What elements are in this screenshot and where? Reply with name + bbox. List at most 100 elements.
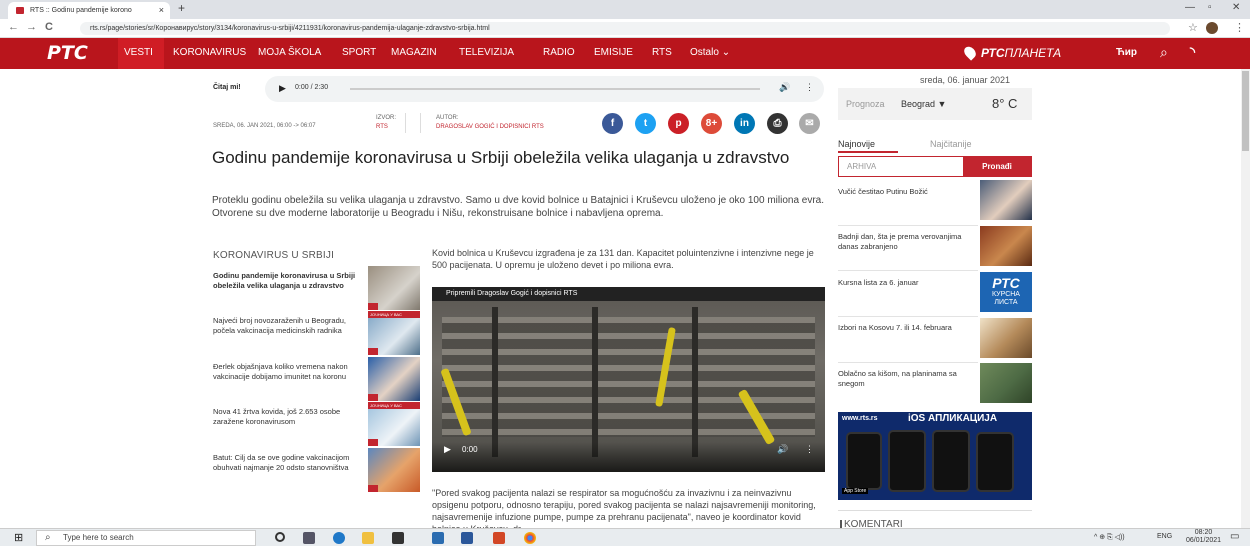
video-play-icon[interactable]: ▶ <box>444 444 451 455</box>
related-item[interactable]: Đerlek objašnjava koliko vremena nakon v… <box>213 362 359 382</box>
related-thumb[interactable] <box>368 448 420 492</box>
news-item[interactable]: Oblačno sa kišom, na planinama sa snegom <box>838 369 978 389</box>
forward-icon[interactable]: → <box>26 21 37 33</box>
news-thumb[interactable] <box>980 226 1032 266</box>
related-section-title[interactable]: KORONAVIRUS U SRBIJI <box>213 250 334 261</box>
notification-icon[interactable]: ▭ <box>1230 531 1239 542</box>
video-player[interactable]: Pripremili Dragoslav Gogić i dopisnici R… <box>432 287 825 472</box>
clock[interactable]: 08:20 06/01/2021 <box>1186 529 1221 545</box>
new-tab-button[interactable]: + <box>178 1 185 15</box>
search-icon[interactable]: ⌕ <box>1160 44 1168 61</box>
minimize-icon[interactable]: — <box>1185 2 1195 13</box>
pinterest-share-icon[interactable]: p <box>668 113 689 134</box>
autor-value[interactable]: DRAGOSLAV GOGIĆ I DOPISNICI RTS <box>436 124 544 130</box>
volume-icon[interactable]: 🔊 <box>779 82 790 93</box>
archive-search-input[interactable]: ARHIVA <box>847 162 876 171</box>
task-view-icon[interactable] <box>303 532 315 544</box>
rts-logo[interactable]: РТС <box>47 42 88 64</box>
tab-najnovije[interactable]: Najnovije <box>838 139 875 149</box>
taskbar-search[interactable]: ⌕ Type here to search <box>36 530 256 546</box>
kursna-lista-thumb[interactable]: РТС КУРСНА ЛИСТА <box>980 272 1032 312</box>
related-thumb[interactable] <box>368 266 420 310</box>
word-icon[interactable] <box>461 532 473 544</box>
bookmark-star-icon[interactable]: ☆ <box>1188 21 1198 34</box>
video-menu-icon[interactable]: ⋮ <box>805 444 814 455</box>
ios-app-banner[interactable]: www.rts.rs iOS АПЛИКАЦИЈА App Store <box>838 412 1032 500</box>
mail-app-icon[interactable] <box>432 532 444 544</box>
caret-down-icon: ▼ <box>937 99 947 109</box>
chrome-icon[interactable] <box>524 532 536 544</box>
search-icon: ⌕ <box>45 532 51 543</box>
edge-icon[interactable] <box>333 532 345 544</box>
audio-menu-icon[interactable]: ⋮ <box>805 82 814 93</box>
twitter-share-icon[interactable]: t <box>635 113 656 134</box>
news-thumb[interactable] <box>980 318 1032 358</box>
news-item[interactable]: Izbori na Kosovu 7. ili 14. februara <box>838 323 978 333</box>
nav-item-ostalo[interactable]: Ostalo ⌄ <box>690 47 730 58</box>
profile-avatar[interactable] <box>1206 22 1218 34</box>
related-thumb[interactable]: ЈОЧНИЦА У ВАС <box>368 402 420 446</box>
related-item[interactable]: Najveći broj novozaraženih u Beogradu, p… <box>213 316 359 336</box>
mail-icon[interactable]: ✉ <box>799 113 820 134</box>
audio-player[interactable]: ▶ 0:00 / 2:30 🔊 ⋮ <box>265 76 824 102</box>
related-item[interactable]: Nova 41 žrtva kovida, još 2.653 osobe za… <box>213 407 359 427</box>
news-thumb[interactable] <box>980 363 1032 403</box>
weather-widget: Prognoza Beograd ▼ 8° C <box>838 88 1032 120</box>
news-item[interactable]: Badnji dan, šta je prema verovanjima dan… <box>838 232 978 252</box>
url-field[interactable]: rts.rs/page/stories/sr/Коронавирус/story… <box>80 22 1170 35</box>
print-icon[interactable]: ⎙ <box>767 113 788 134</box>
page-scrollbar[interactable] <box>1241 69 1250 528</box>
nav-item-sport[interactable]: SPORT <box>342 47 376 58</box>
related-thumb[interactable] <box>368 357 420 401</box>
nav-item-vesti[interactable]: VESTI <box>124 47 153 58</box>
related-item[interactable]: Batut: Cilj da se ove godine vakcinacijo… <box>213 453 359 473</box>
nav-item-koronavirus[interactable]: KORONAVIRUS <box>173 47 246 58</box>
search-button[interactable]: Pronađi <box>963 157 1031 176</box>
reload-icon[interactable]: C <box>45 21 53 33</box>
powerpoint-icon[interactable] <box>493 532 505 544</box>
tab-close-icon[interactable]: × <box>159 2 164 19</box>
izvor-value[interactable]: RTS <box>376 124 388 130</box>
related-thumb[interactable]: ЈОЧНИЦА У ВАС <box>368 311 420 355</box>
video-controls <box>432 442 825 472</box>
nav-item-emisije[interactable]: EMISIJE <box>594 47 633 58</box>
video-frame-detail <box>692 307 698 457</box>
nav-item-radio[interactable]: RADIO <box>543 47 575 58</box>
autor-label: AUTOR: <box>436 115 459 121</box>
video-frame-detail <box>592 307 598 457</box>
nav-item-rts[interactable]: RTS <box>652 47 672 58</box>
video-volume-icon[interactable]: 🔊 <box>777 444 788 455</box>
related-item[interactable]: Godinu pandemije koronavirusa u Srbiji o… <box>213 271 359 291</box>
maximize-icon[interactable]: ▫ <box>1208 2 1212 13</box>
windows-start-icon[interactable]: ⊞ <box>14 531 23 544</box>
gplus-share-icon[interactable]: 8+ <box>701 113 722 134</box>
cyrillic-toggle[interactable]: Ћир <box>1116 47 1137 58</box>
browser-menu-icon[interactable]: ⋮ <box>1234 21 1245 34</box>
nav-item-magazin[interactable]: MAGAZIN <box>391 47 437 58</box>
rss-icon[interactable]: ◝ <box>1190 44 1195 60</box>
news-item[interactable]: Vučić čestitao Putinu Božić <box>838 187 978 197</box>
nav-item-televizija[interactable]: TELEVIZIJA <box>459 47 514 58</box>
windows-taskbar: ⊞ ⌕ Type here to search ^ ⊕ ⎘ ◁)) ENG 08… <box>0 528 1250 546</box>
store-icon[interactable] <box>392 532 404 544</box>
browser-tab[interactable]: RTS :: Godinu pandemije korono × <box>8 2 170 19</box>
taskbar-search-placeholder: Type here to search <box>63 533 134 542</box>
tab-najcitanije[interactable]: Najčitanije <box>930 139 972 149</box>
play-icon[interactable]: ▶ <box>279 83 286 94</box>
news-item[interactable]: Kursna lista za 6. januar <box>838 278 978 288</box>
city-select[interactable]: Beograd ▼ <box>901 99 946 109</box>
facebook-share-icon[interactable]: f <box>602 113 623 134</box>
language-indicator[interactable]: ENG <box>1157 533 1172 540</box>
file-explorer-icon[interactable] <box>362 532 374 544</box>
back-icon[interactable]: ← <box>8 21 19 33</box>
system-tray-icons[interactable]: ^ ⊕ ⎘ ◁)) <box>1094 533 1125 542</box>
nav-item-moja-skola[interactable]: MOJA ŠKOLA <box>258 47 321 58</box>
window-close-icon[interactable]: ✕ <box>1232 2 1240 13</box>
planeta-drop-icon <box>961 44 979 61</box>
cortana-icon[interactable] <box>275 532 285 542</box>
news-thumb[interactable] <box>980 180 1032 220</box>
audio-progress-bar[interactable] <box>350 88 760 90</box>
rts-planeta-link[interactable]: РТСПЛАНЕТА <box>961 44 1061 61</box>
linkedin-share-icon[interactable]: in <box>734 113 755 134</box>
scrollbar-thumb[interactable] <box>1242 71 1249 151</box>
